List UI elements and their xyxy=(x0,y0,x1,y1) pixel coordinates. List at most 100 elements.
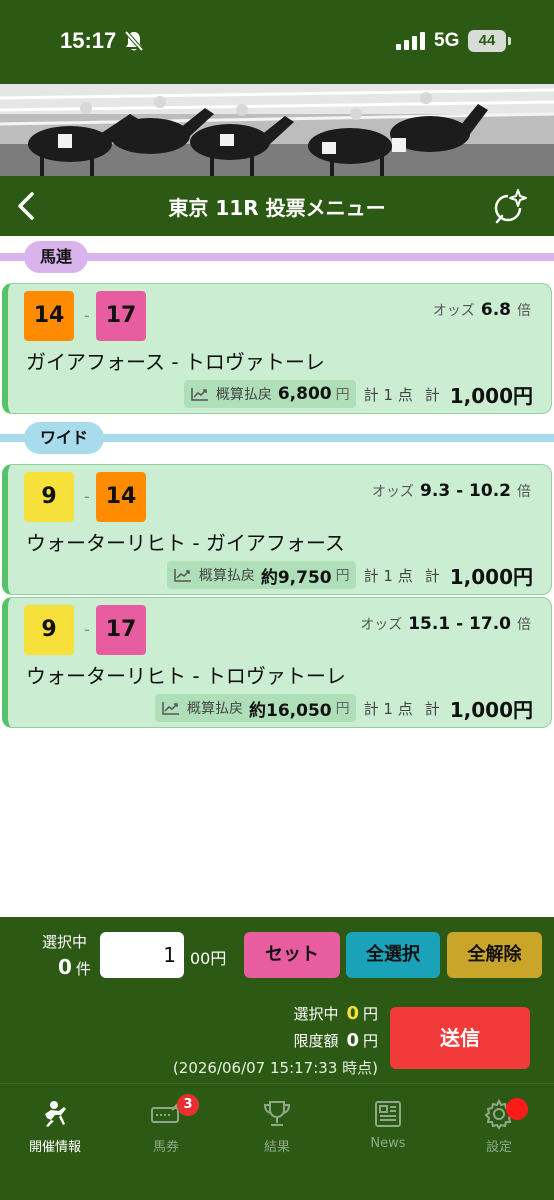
selected-count-value: 0 xyxy=(58,955,72,979)
points-count: 計 1 点 xyxy=(363,385,413,404)
tab-event-info[interactable]: 開催情報 xyxy=(0,1092,110,1162)
bet-panel: 選択中 0件 00円 セット 全選択 全解除 選択中0円 限度額0円 送信 (2… xyxy=(0,917,554,1083)
estimated-payout-chip: 概算払戻 約9,750 円 xyxy=(166,561,356,589)
selected-amount-unit: 円 xyxy=(362,1005,378,1023)
set-button[interactable]: セット xyxy=(244,932,340,978)
tab-news[interactable]: News xyxy=(333,1092,443,1162)
page-title: 東京 11R 投票メニュー xyxy=(168,196,386,220)
payout-label: 概算払戻 xyxy=(215,387,272,403)
points-count: 計 1 点 xyxy=(363,566,413,585)
total-label: 計 xyxy=(424,699,440,718)
selected-amount-value: 0 xyxy=(346,1003,359,1024)
send-button[interactable]: 送信 xyxy=(390,1007,530,1069)
estimated-payout-chip: 概算払戻 約16,050 円 xyxy=(155,694,356,722)
network-type: 5G xyxy=(434,30,460,51)
total-amount: 1,000円 xyxy=(449,697,533,722)
horse-number-box: 9 xyxy=(24,605,74,655)
odds-unit: 倍 xyxy=(517,484,531,500)
bet-amount-input[interactable] xyxy=(100,932,184,978)
estimated-payout-chip: 概算払戻 6,800 円 xyxy=(183,380,356,408)
payout-value: 約16,050 xyxy=(249,700,332,721)
clear-all-button[interactable]: 全解除 xyxy=(447,932,542,978)
odds-value: 9.3 - 10.2 xyxy=(420,481,511,501)
status-time: 15:17 xyxy=(60,28,117,53)
bell-muted-icon xyxy=(124,30,144,52)
odds-label: オッズ xyxy=(432,303,475,319)
selecting-label: 選択中 xyxy=(42,933,88,951)
amount-suffix: 00円 xyxy=(190,949,227,968)
notification-badge: 3 xyxy=(177,1094,199,1116)
battery-tip xyxy=(508,37,511,45)
number-separator: - xyxy=(84,620,90,639)
selected-count: 0件 xyxy=(58,955,91,979)
horse-number-box: 17 xyxy=(96,291,146,341)
selected-amount-row: 選択中 0 円 xyxy=(293,1003,378,1024)
limit-label: 限度額 xyxy=(293,1032,339,1050)
horse-number-box: 14 xyxy=(96,472,146,522)
tab-results[interactable]: 結果 xyxy=(222,1092,332,1162)
odds-unit: 倍 xyxy=(517,303,531,319)
odds-label: オッズ xyxy=(360,617,403,633)
odds-value: 15.1 - 17.0 xyxy=(408,614,511,634)
points-count: 計 1 点 xyxy=(363,699,413,718)
bet-card[interactable]: 9 - 17 オッズ 15.1 - 17.0 倍 ウォーターリヒト - トロヴァトー… xyxy=(2,597,552,728)
payout-value: 約9,750 xyxy=(260,567,332,588)
section-label-wide: ワイド xyxy=(24,422,105,454)
bet-summary-row: 概算払戻 6,800 円 計 1 点 計 1,000円 xyxy=(183,379,533,409)
newspaper-icon xyxy=(375,1101,401,1127)
payout-value: 6,800 xyxy=(277,384,332,404)
tab-label: 設定 xyxy=(485,1140,512,1155)
tab-settings[interactable]: 設定 xyxy=(444,1092,554,1162)
signal-icon xyxy=(396,32,425,50)
limit-amount-row: 限度額 0 円 xyxy=(293,1030,378,1051)
bet-card[interactable]: 14 - 17 オッズ 6.8 倍 ガイアフォース - トロヴァトーレ 概算払戻 6… xyxy=(2,283,552,414)
tab-label: 開催情報 xyxy=(28,1140,81,1155)
horse-names: ガイアフォース - トロヴァトーレ xyxy=(26,350,325,374)
number-separator: - xyxy=(84,306,90,325)
total-amount: 1,000円 xyxy=(449,383,533,408)
tab-label: 馬券 xyxy=(152,1140,179,1155)
sparkle-chat-icon[interactable] xyxy=(490,186,530,226)
odds-label: オッズ xyxy=(372,484,415,500)
battery-indicator: 44 xyxy=(468,30,506,52)
odds-display: オッズ 15.1 - 17.0 倍 xyxy=(360,614,531,634)
horse-number-box: 17 xyxy=(96,605,146,655)
trend-chart-icon xyxy=(191,388,208,401)
section-label-umaren: 馬連 xyxy=(24,241,89,273)
horse-number-box: 14 xyxy=(24,291,74,341)
trophy-icon xyxy=(263,1101,291,1126)
total-label: 計 xyxy=(424,385,440,404)
horse-race-photo xyxy=(0,84,554,176)
total-label: 計 xyxy=(424,566,440,585)
tab-label: 結果 xyxy=(263,1140,290,1155)
odds-unit: 倍 xyxy=(517,617,531,633)
payout-unit: 円 xyxy=(335,568,350,584)
bet-summary-row: 概算払戻 約16,050 円 計 1 点 計 1,000円 xyxy=(155,693,533,723)
trend-chart-icon xyxy=(174,569,191,582)
select-all-button[interactable]: 全選択 xyxy=(346,932,440,978)
tab-bar: 開催情報 馬券 3 結果 News 設定 xyxy=(0,1083,554,1200)
horse-names: ウォーターリヒト - トロヴァトーレ xyxy=(26,664,346,688)
bet-card[interactable]: 9 - 14 オッズ 9.3 - 10.2 倍 ウォーターリヒト - ガイアフォース… xyxy=(2,464,552,595)
horse-number-box: 9 xyxy=(24,472,74,522)
status-bar: 15:17 5G 44 xyxy=(0,0,554,84)
odds-display: オッズ 6.8 倍 xyxy=(433,300,531,320)
nav-bar: 東京 11R 投票メニュー xyxy=(0,176,554,236)
limit-value: 0 xyxy=(346,1030,359,1051)
timestamp: (2026/06/07 15:17:33 時点) xyxy=(172,1059,378,1077)
notification-dot xyxy=(506,1098,528,1120)
limit-unit: 円 xyxy=(362,1032,378,1050)
payout-label: 概算払戻 xyxy=(198,568,255,584)
tab-label: News xyxy=(370,1136,406,1151)
trend-chart-icon xyxy=(162,702,180,715)
race-banner-image xyxy=(0,84,554,176)
horse-names: ウォーターリヒト - ガイアフォース xyxy=(26,531,345,555)
payout-unit: 円 xyxy=(335,701,350,717)
selected-count-unit: 件 xyxy=(75,960,91,978)
number-separator: - xyxy=(84,487,90,506)
odds-display: オッズ 9.3 - 10.2 倍 xyxy=(372,481,531,501)
total-amount: 1,000円 xyxy=(449,564,533,589)
bet-summary-row: 概算払戻 約9,750 円 計 1 点 計 1,000円 xyxy=(166,560,533,590)
selected-amount-label: 選択中 xyxy=(293,1005,339,1023)
tab-tickets[interactable]: 馬券 3 xyxy=(111,1092,221,1162)
